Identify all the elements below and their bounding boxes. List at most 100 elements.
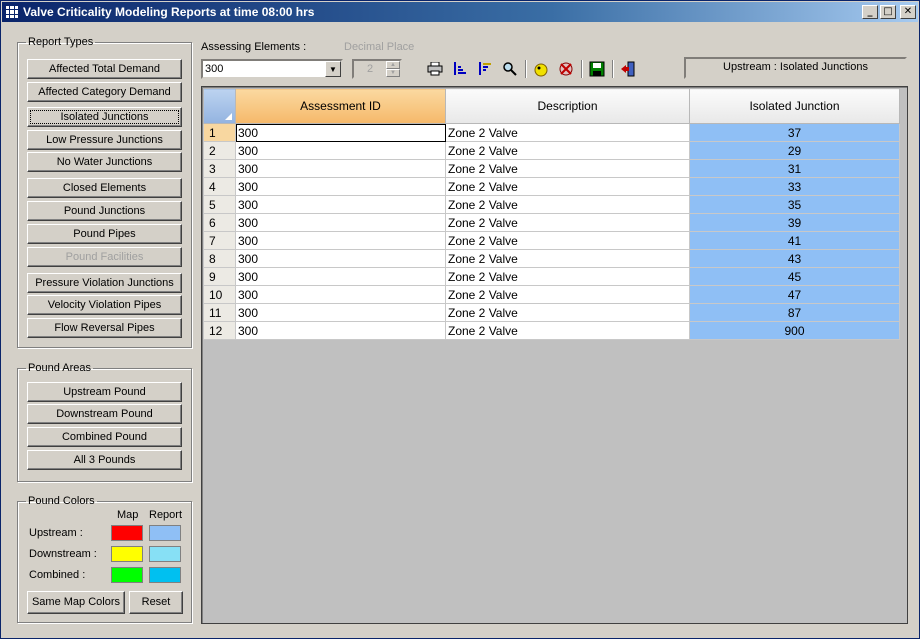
table-row[interactable]: 4 300 Zone 2 Valve 33 bbox=[203, 177, 900, 196]
report-button-no-water-junctions[interactable]: No Water Junctions bbox=[27, 152, 182, 172]
table-row[interactable]: 3 300 Zone 2 Valve 31 bbox=[203, 159, 900, 178]
table-row[interactable]: 6 300 Zone 2 Valve 39 bbox=[203, 213, 900, 232]
exit-icon[interactable] bbox=[618, 59, 638, 79]
report-button-pound-junctions[interactable]: Pound Junctions bbox=[27, 201, 182, 221]
report-button-pressure-violation-junctions[interactable]: Pressure Violation Junctions bbox=[27, 273, 182, 293]
pound-button-combined-pound[interactable]: Combined Pound bbox=[27, 427, 182, 447]
isolated-junction-cell[interactable]: 33 bbox=[689, 177, 900, 196]
description-cell[interactable]: Zone 2 Valve bbox=[445, 249, 690, 268]
description-cell[interactable]: Zone 2 Valve bbox=[445, 267, 690, 286]
row-number-cell[interactable]: 7 bbox=[203, 231, 236, 250]
map-color-swatch[interactable] bbox=[111, 525, 143, 541]
isolated-junction-cell[interactable]: 29 bbox=[689, 141, 900, 160]
report-grid[interactable]: Assessment ID Description Isolated Junct… bbox=[201, 86, 908, 624]
pound-button-all-3-pounds[interactable]: All 3 Pounds bbox=[27, 450, 182, 470]
row-number-cell[interactable]: 9 bbox=[203, 267, 236, 286]
table-row[interactable]: 9 300 Zone 2 Valve 45 bbox=[203, 267, 900, 286]
map-color-swatch[interactable] bbox=[111, 567, 143, 583]
isolated-junction-cell[interactable]: 37 bbox=[689, 123, 900, 142]
row-number-cell[interactable]: 8 bbox=[203, 249, 236, 268]
row-number-cell[interactable]: 6 bbox=[203, 213, 236, 232]
row-number-cell[interactable]: 4 bbox=[203, 177, 236, 196]
find-icon[interactable] bbox=[500, 59, 520, 79]
column-header-assessment-id[interactable]: Assessment ID bbox=[235, 88, 446, 124]
print-icon[interactable] bbox=[425, 59, 445, 79]
isolated-junction-cell[interactable]: 43 bbox=[689, 249, 900, 268]
assessment-id-cell[interactable]: 300 bbox=[235, 267, 446, 286]
description-cell[interactable]: Zone 2 Valve bbox=[445, 159, 690, 178]
pound-button-downstream-pound[interactable]: Downstream Pound bbox=[27, 404, 182, 424]
close-button[interactable]: ✕ bbox=[900, 5, 916, 19]
row-number-cell[interactable]: 11 bbox=[203, 303, 236, 322]
assessment-id-cell[interactable]: 300 bbox=[235, 195, 446, 214]
minimize-button[interactable]: _ bbox=[862, 5, 878, 19]
report-button-isolated-junctions[interactable]: Isolated Junctions bbox=[27, 107, 182, 127]
dropdown-arrow-icon[interactable]: ▼ bbox=[325, 61, 341, 77]
table-row[interactable]: 10 300 Zone 2 Valve 47 bbox=[203, 285, 900, 304]
table-row[interactable]: 8 300 Zone 2 Valve 43 bbox=[203, 249, 900, 268]
pound-button-upstream-pound[interactable]: Upstream Pound bbox=[27, 382, 182, 402]
assessment-id-cell[interactable]: 300 bbox=[235, 285, 446, 304]
description-cell[interactable]: Zone 2 Valve bbox=[445, 321, 690, 340]
assessment-id-cell[interactable]: 300 bbox=[235, 213, 446, 232]
row-number-cell[interactable]: 10 bbox=[203, 285, 236, 304]
report-button-closed-elements[interactable]: Closed Elements bbox=[27, 178, 182, 198]
row-number-cell[interactable]: 2 bbox=[203, 141, 236, 160]
table-row[interactable]: 12 300 Zone 2 Valve 900 bbox=[203, 321, 900, 340]
isolated-junction-cell[interactable]: 47 bbox=[689, 285, 900, 304]
isolated-junction-cell[interactable]: 35 bbox=[689, 195, 900, 214]
row-number-cell[interactable]: 3 bbox=[203, 159, 236, 178]
description-cell[interactable]: Zone 2 Valve bbox=[445, 231, 690, 250]
assessment-id-cell[interactable]: 300 bbox=[235, 123, 446, 142]
isolated-junction-cell[interactable]: 31 bbox=[689, 159, 900, 178]
column-header-isolated-junction[interactable]: Isolated Junction bbox=[689, 88, 900, 124]
title-bar[interactable]: Valve Criticality Modeling Reports at ti… bbox=[2, 2, 918, 22]
description-cell[interactable]: Zone 2 Valve bbox=[445, 195, 690, 214]
map-color-swatch[interactable] bbox=[111, 546, 143, 562]
isolated-junction-cell[interactable]: 41 bbox=[689, 231, 900, 250]
sort-descending-icon[interactable] bbox=[475, 59, 495, 79]
select-all-corner[interactable] bbox=[203, 88, 236, 124]
sort-ascending-icon[interactable] bbox=[450, 59, 470, 79]
assessment-id-cell[interactable]: 300 bbox=[235, 177, 446, 196]
assessment-id-cell[interactable]: 300 bbox=[235, 141, 446, 160]
row-number-cell[interactable]: 1 bbox=[203, 123, 236, 142]
description-cell[interactable]: Zone 2 Valve bbox=[445, 141, 690, 160]
table-row[interactable]: 1 300 Zone 2 Valve 37 bbox=[203, 123, 900, 142]
report-color-swatch[interactable] bbox=[149, 525, 181, 541]
isolated-junction-cell[interactable]: 900 bbox=[689, 321, 900, 340]
isolated-junction-cell[interactable]: 39 bbox=[689, 213, 900, 232]
row-number-cell[interactable]: 12 bbox=[203, 321, 236, 340]
assessment-id-cell[interactable]: 300 bbox=[235, 303, 446, 322]
same-map-colors-button[interactable]: Same Map Colors bbox=[27, 591, 125, 614]
report-button-pound-pipes[interactable]: Pound Pipes bbox=[27, 224, 182, 244]
table-row[interactable]: 2 300 Zone 2 Valve 29 bbox=[203, 141, 900, 160]
assessment-id-cell[interactable]: 300 bbox=[235, 249, 446, 268]
assessing-elements-dropdown[interactable]: 300 ▼ bbox=[201, 59, 343, 79]
report-color-swatch[interactable] bbox=[149, 567, 181, 583]
description-cell[interactable]: Zone 2 Valve bbox=[445, 303, 690, 322]
report-button-flow-reversal-pipes[interactable]: Flow Reversal Pipes bbox=[27, 318, 182, 338]
report-button-affected-total-demand[interactable]: Affected Total Demand bbox=[27, 59, 182, 79]
report-button-affected-category-demand[interactable]: Affected Category Demand bbox=[27, 82, 182, 102]
report-button-low-pressure-junctions[interactable]: Low Pressure Junctions bbox=[27, 130, 182, 150]
isolated-junction-cell[interactable]: 45 bbox=[689, 267, 900, 286]
assessment-id-cell[interactable]: 300 bbox=[235, 321, 446, 340]
report-button-velocity-violation-pipes[interactable]: Velocity Violation Pipes bbox=[27, 295, 182, 315]
maximize-button[interactable]: □ bbox=[880, 5, 896, 19]
description-cell[interactable]: Zone 2 Valve bbox=[445, 213, 690, 232]
table-row[interactable]: 11 300 Zone 2 Valve 87 bbox=[203, 303, 900, 322]
assessment-id-cell[interactable]: 300 bbox=[235, 159, 446, 178]
assessment-id-cell[interactable]: 300 bbox=[235, 231, 446, 250]
report-color-swatch[interactable] bbox=[149, 546, 181, 562]
column-header-description[interactable]: Description bbox=[445, 88, 690, 124]
description-cell[interactable]: Zone 2 Valve bbox=[445, 123, 690, 142]
highlight-icon[interactable] bbox=[531, 59, 551, 79]
reset-button[interactable]: Reset bbox=[129, 591, 183, 614]
table-row[interactable]: 5 300 Zone 2 Valve 35 bbox=[203, 195, 900, 214]
row-number-cell[interactable]: 5 bbox=[203, 195, 236, 214]
description-cell[interactable]: Zone 2 Valve bbox=[445, 177, 690, 196]
description-cell[interactable]: Zone 2 Valve bbox=[445, 285, 690, 304]
clear-highlight-icon[interactable] bbox=[556, 59, 576, 79]
save-icon[interactable] bbox=[587, 59, 607, 79]
